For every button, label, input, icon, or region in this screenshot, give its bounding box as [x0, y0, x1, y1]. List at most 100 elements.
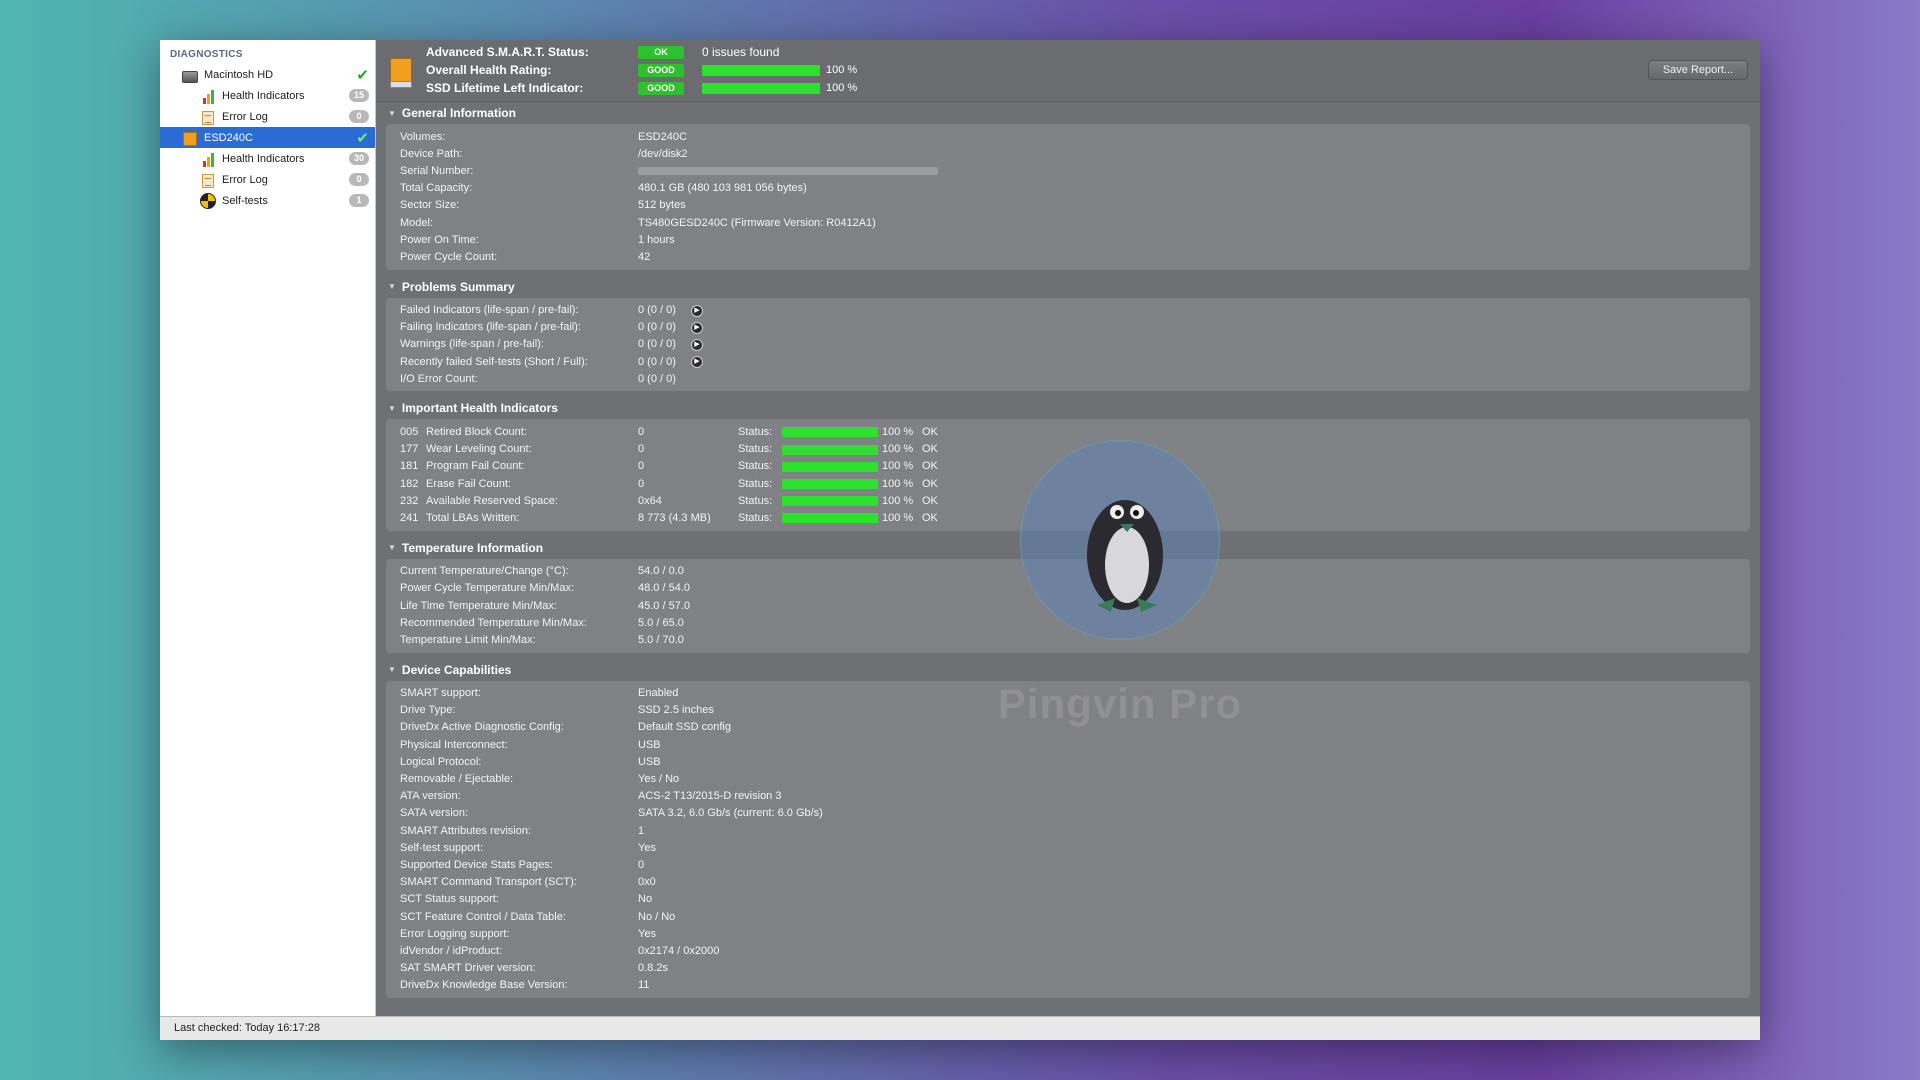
sidebar-item-macintosh-hd[interactable]: Macintosh HD ✔: [160, 64, 375, 85]
status-ok: OK: [922, 443, 938, 456]
attribute-value: 0: [638, 443, 645, 456]
log-icon: [200, 172, 216, 188]
status-percent: 100 %: [882, 426, 914, 439]
info-value: USB: [638, 738, 661, 751]
app-window: DIAGNOSTICS Macintosh HD ✔ Health Indica…: [160, 40, 1760, 1040]
ssd-drive-icon: [182, 130, 198, 146]
health-section-header[interactable]: ▼ Important Health Indicators: [376, 397, 1760, 419]
info-row: SATA version: SATA 3.2, 6.0 Gb/s (current…: [386, 805, 1750, 822]
status-badge: OK: [638, 45, 684, 59]
info-key: SMART Attributes revision:: [400, 824, 532, 837]
info-row: Error Logging support: Yes: [386, 925, 1750, 942]
info-key: Failed Indicators (life-span / pre-fail)…: [400, 304, 579, 317]
disclosure-triangle-icon[interactable]: ▼: [388, 404, 396, 413]
save-report-button[interactable]: Save Report...: [1648, 60, 1748, 80]
info-key: SAT SMART Driver version:: [400, 962, 536, 975]
status-ok: OK: [922, 426, 938, 439]
info-key: Removable / Ejectable:: [400, 773, 514, 786]
info-key: Model:: [400, 216, 434, 229]
info-value: 0 (0 / 0): [638, 304, 676, 317]
sidebar-item-esd240c[interactable]: ESD240C ✔: [160, 127, 375, 148]
attribute-name: Available Reserved Space:: [426, 494, 558, 507]
info-value: 0x2174 / 0x2000: [638, 944, 720, 957]
status-percent: 100 %: [882, 511, 914, 524]
lifetime-percent: 100 %: [826, 82, 858, 94]
info-row: Total Capacity: 480.1 GB (480 103 981 056…: [386, 180, 1750, 197]
disclosure-triangle-icon[interactable]: ▼: [388, 665, 396, 674]
disclosure-triangle-icon[interactable]: ▼: [388, 109, 396, 118]
attribute-name: Erase Fail Count:: [426, 477, 511, 490]
arrow-right-icon[interactable]: ▶: [691, 304, 703, 317]
info-row: ATA version: ACS-2 T13/2015-D revision 3: [386, 788, 1750, 805]
info-row: DriveDx Knowledge Base Version: 11: [386, 977, 1750, 994]
info-key: Supported Device Stats Pages:: [400, 858, 553, 871]
attribute-value: 8 773 (4.3 MB): [638, 511, 711, 524]
summary-header: Advanced S.M.A.R.T. Status: OK 0 issues …: [376, 40, 1760, 102]
info-value: 0x0: [638, 876, 656, 889]
arrow-right-icon[interactable]: ▶: [691, 356, 703, 369]
info-key: DriveDx Knowledge Base Version:: [400, 979, 568, 992]
capabilities-section-header[interactable]: ▼ Device Capabilities: [376, 659, 1760, 681]
info-value: 42: [638, 250, 651, 263]
smart-status-label: Advanced S.M.A.R.T. Status:: [426, 45, 589, 59]
info-value: 48.0 / 54.0: [638, 582, 690, 595]
general-panel: Volumes: ESD240C Device Path: /dev/disk2 S…: [386, 124, 1750, 270]
info-row: Recently failed Self-tests (Short / Full…: [386, 353, 1750, 370]
attribute-name: Retired Block Count:: [426, 426, 527, 439]
status-progress-bar: [782, 479, 878, 489]
arrow-right-icon[interactable]: ▶: [691, 321, 703, 334]
sidebar-item-label: Health Indicators: [222, 89, 305, 102]
info-key: Power Cycle Temperature Min/Max:: [400, 582, 575, 595]
status-ok: OK: [922, 494, 938, 507]
sidebar-item-error-log[interactable]: Error Log 0: [160, 169, 375, 190]
info-key: idVendor / idProduct:: [400, 944, 503, 957]
info-key: Recently failed Self-tests (Short / Full…: [400, 355, 588, 368]
status-bar: Last checked: Today 16:17:28: [160, 1016, 1760, 1040]
sidebar-item-label: Self-tests: [222, 194, 268, 207]
info-value: 0 (0 / 0): [638, 372, 676, 385]
disclosure-triangle-icon[interactable]: ▼: [388, 543, 396, 552]
info-row: Recommended Temperature Min/Max: 5.0 / 65…: [386, 614, 1750, 631]
info-row: Device Path: /dev/disk2: [386, 145, 1750, 162]
lifetime-progress-bar: [702, 82, 820, 94]
status-label: Status:: [738, 460, 773, 473]
info-key: Error Logging support:: [400, 927, 510, 940]
info-row: Failed Indicators (life-span / pre-fail)…: [386, 302, 1750, 319]
temperature-panel: Current Temperature/Change (°C): 54.0 / 0…: [386, 558, 1750, 653]
lifetime-row: SSD Lifetime Left Indicator: GOOD 100 %: [426, 79, 857, 97]
attribute-name: Program Fail Count:: [426, 460, 525, 473]
sidebar-item-label: Error Log: [222, 110, 268, 123]
attribute-id: 182: [400, 477, 419, 490]
info-key: Recommended Temperature Min/Max:: [400, 616, 587, 629]
attribute-id: 005: [400, 426, 419, 439]
info-key: Power On Time:: [400, 233, 479, 246]
info-key: Life Time Temperature Min/Max:: [400, 599, 557, 612]
status-progress-bar: [782, 427, 878, 438]
status-label: Status:: [738, 477, 773, 490]
health-indicator-row: 232 Available Reserved Space: 0x64 Status: 1…: [386, 492, 1750, 509]
info-row: Volumes: ESD240C: [386, 128, 1750, 145]
status-progress-bar: [782, 461, 878, 472]
sidebar-item-label: Macintosh HD: [204, 68, 274, 81]
lifetime-label: SSD Lifetime Left Indicator:: [426, 81, 584, 95]
sidebar-item-health-indicators[interactable]: Health Indicators 30: [160, 148, 375, 169]
sidebar-item-error-log[interactable]: Error Log 0: [160, 106, 375, 127]
section-title: General Information: [401, 106, 516, 120]
attribute-value: 0: [638, 460, 645, 473]
temperature-section-header[interactable]: ▼ Temperature Information: [376, 537, 1760, 559]
disclosure-triangle-icon[interactable]: ▼: [388, 282, 396, 291]
arrow-right-icon[interactable]: ▶: [691, 338, 703, 351]
general-section-header[interactable]: ▼ General Information: [376, 102, 1760, 124]
info-row: Life Time Temperature Min/Max: 45.0 / 57.…: [386, 597, 1750, 614]
hard-disk-icon: [182, 67, 198, 83]
info-row: Temperature Limit Min/Max: 5.0 / 70.0: [386, 631, 1750, 648]
capabilities-panel: SMART support: Enabled Drive Type: SSD 2.5 …: [386, 680, 1750, 998]
info-key: SATA version:: [400, 807, 469, 820]
health-indicator-row: 005 Retired Block Count: 0 Status: 100 % OK: [386, 423, 1750, 440]
health-percent: 100 %: [826, 64, 858, 76]
status-ok: OK: [922, 460, 938, 473]
sidebar-item-self-tests[interactable]: Self-tests 1: [160, 190, 375, 211]
problems-section-header[interactable]: ▼ Problems Summary: [376, 276, 1760, 298]
sidebar-item-health-indicators[interactable]: Health Indicators 15: [160, 85, 375, 106]
status-percent: 100 %: [882, 494, 914, 507]
